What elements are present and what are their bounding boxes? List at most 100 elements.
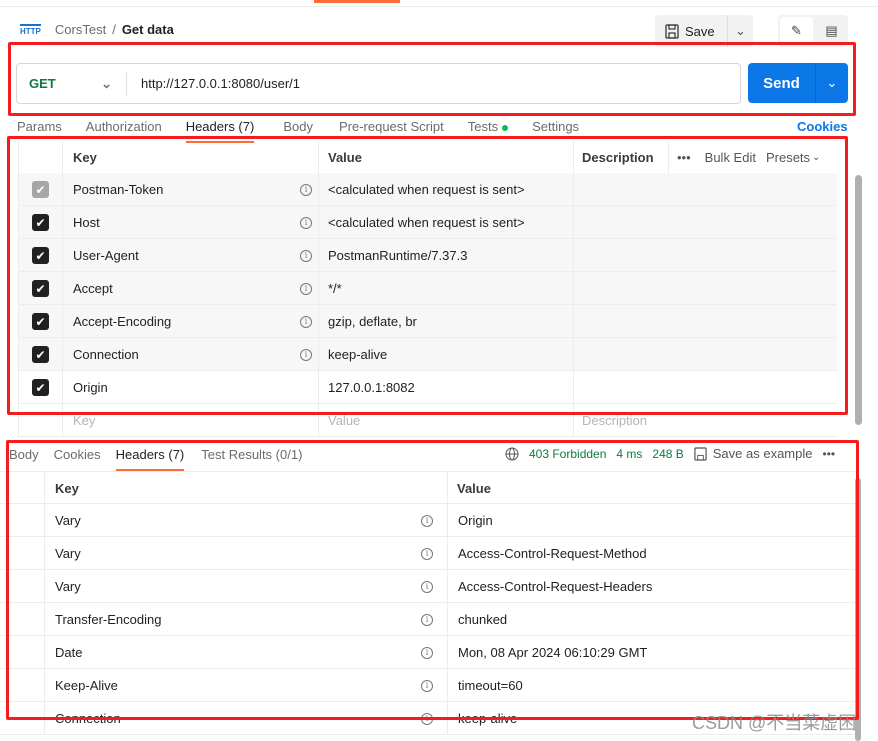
send-button[interactable]: Send (748, 63, 816, 103)
key-input[interactable]: Key (63, 404, 319, 437)
info-icon[interactable]: i (421, 646, 433, 659)
presets-dropdown[interactable]: Presets (766, 150, 810, 165)
save-as-example-button[interactable]: Save as example (694, 446, 813, 461)
value-cell[interactable]: 127.0.0.1:8082 (319, 371, 574, 404)
tab-tests[interactable]: Tests (468, 116, 509, 138)
tab-authorization[interactable]: Authorization (86, 116, 162, 138)
documentation-icon[interactable]: ▤ (815, 15, 848, 47)
description-cell[interactable] (574, 239, 837, 272)
header-enabled-checkbox[interactable]: ✔ (32, 346, 49, 363)
method-select[interactable]: GET ⌄ (17, 71, 127, 96)
header-key: Host (73, 215, 100, 230)
response-time[interactable]: 4 ms (616, 447, 642, 461)
info-icon[interactable]: i (300, 249, 312, 262)
tab-body[interactable]: Body (283, 116, 313, 138)
description-input[interactable]: Description (574, 404, 837, 437)
header-enabled-checkbox[interactable]: ✔ (32, 247, 49, 264)
description-cell[interactable] (574, 272, 837, 305)
header-enabled-checkbox[interactable]: ✔ (32, 313, 49, 330)
key-cell[interactable]: Accept i (63, 272, 319, 305)
key-cell[interactable]: Host i (63, 206, 319, 239)
info-icon[interactable]: i (421, 712, 433, 725)
table-row: Transfer-Encoding i chunked (0, 603, 855, 636)
description-cell[interactable] (574, 305, 837, 338)
more-options-icon[interactable]: ••• (823, 447, 836, 461)
response-scrollbar[interactable] (855, 478, 861, 741)
header-key: Vary (55, 579, 81, 594)
info-icon[interactable]: i (421, 580, 433, 593)
table-row: Vary i Access-Control-Request-Headers (0, 570, 855, 603)
request-tabs: Params Authorization Headers (7) Body Pre-re… (17, 116, 579, 143)
table-row: Keep-Alive i timeout=60 (0, 669, 855, 702)
header-enabled-checkbox[interactable]: ✔ (32, 280, 49, 297)
value-input[interactable]: Value (319, 404, 574, 437)
description-cell[interactable] (574, 206, 837, 239)
breadcrumb-collection[interactable]: CorsTest (55, 22, 106, 37)
value-cell[interactable]: <calculated when request is sent> (319, 173, 574, 206)
tab-params[interactable]: Params (17, 116, 62, 138)
edit-pencil-icon[interactable]: ✎ (780, 17, 813, 45)
more-options-icon[interactable]: ••• (677, 150, 691, 165)
response-tab-headers[interactable]: Headers (7) (115, 444, 184, 471)
description-cell[interactable] (574, 338, 837, 371)
header-enabled-checkbox[interactable]: ✔ (32, 214, 49, 231)
active-tab-indicator (314, 0, 400, 3)
value-cell[interactable]: keep-alive (319, 338, 574, 371)
watermark: CSDN @不当菜虚困 (692, 713, 857, 733)
side-actions: ✎ ▤ (778, 15, 848, 47)
response-tab-body[interactable]: Body (9, 444, 39, 466)
response-tab-test[interactable]: Test Results (0/1) (201, 444, 302, 466)
value-cell[interactable]: gzip, deflate, br (319, 305, 574, 338)
description-cell[interactable] (574, 173, 837, 206)
description-cell[interactable] (574, 371, 837, 404)
table-row: ✔ Accept-Encoding i gzip, deflate, br (19, 305, 837, 338)
info-icon[interactable]: i (300, 348, 312, 361)
info-icon[interactable]: i (300, 315, 312, 328)
info-icon[interactable]: i (300, 216, 312, 229)
response-size[interactable]: 248 B (652, 447, 683, 461)
info-icon[interactable]: i (421, 514, 433, 527)
blank-cell (0, 537, 45, 570)
info-icon[interactable]: i (300, 183, 312, 196)
checkbox-cell: ✔ (19, 206, 63, 239)
key-cell[interactable]: Postman-Token i (63, 173, 319, 206)
info-icon[interactable]: i (300, 282, 312, 295)
tab-label: Headers (7) (185, 119, 255, 134)
tab-label: Body (283, 119, 313, 134)
request-scrollbar[interactable] (855, 175, 862, 425)
header-enabled-checkbox[interactable]: ✔ (32, 379, 49, 396)
save-button[interactable]: Save (655, 15, 728, 47)
response-status-bar: 403 Forbidden 4 ms 248 B Save as example… (505, 446, 835, 461)
tab-label: Params (17, 119, 62, 134)
request-headers-table: Key Value Description ••• Bulk Edit Presets ⌄ ✔… (18, 141, 837, 438)
tab-pre-request[interactable]: Pre-request Script (339, 116, 444, 138)
status-code[interactable]: 403 Forbidden (529, 447, 606, 461)
info-icon[interactable]: i (421, 679, 433, 692)
response-tab-cookies[interactable]: Cookies (54, 444, 101, 466)
tab-headers[interactable]: Headers (7) (185, 116, 255, 143)
globe-icon[interactable] (505, 447, 519, 461)
value-cell: Access-Control-Request-Headers (458, 579, 653, 594)
url-input[interactable]: http://127.0.0.1:8080/user/1 (127, 76, 300, 91)
info-icon[interactable]: i (421, 613, 433, 626)
value-cell[interactable]: */* (319, 272, 574, 305)
value-cell[interactable]: <calculated when request is sent> (319, 206, 574, 239)
checkbox-cell: ✔ (19, 173, 63, 206)
key-cell[interactable]: Connection i (63, 338, 319, 371)
header-key: Transfer-Encoding (55, 612, 162, 627)
value-cell[interactable]: PostmanRuntime/7.37.3 (319, 239, 574, 272)
info-icon[interactable]: i (421, 547, 433, 560)
tab-settings[interactable]: Settings (532, 116, 579, 138)
request-name[interactable]: Get data (122, 22, 174, 37)
cookies-link[interactable]: Cookies (797, 119, 848, 134)
key-cell[interactable]: Origin (63, 371, 319, 404)
key-cell[interactable]: User-Agent i (63, 239, 319, 272)
header-enabled-checkbox[interactable]: ✔ (32, 181, 49, 198)
table-row: Vary i Access-Control-Request-Method (0, 537, 855, 570)
send-options-chevron-icon[interactable]: ⌄ (816, 63, 848, 103)
value-cell: Mon, 08 Apr 2024 06:10:29 GMT (458, 645, 648, 660)
save-dropdown-chevron-icon[interactable]: ⌄ (728, 23, 753, 39)
header-key: Keep-Alive (55, 678, 118, 693)
bulk-edit-button[interactable]: Bulk Edit (705, 150, 756, 165)
key-cell[interactable]: Accept-Encoding i (63, 305, 319, 338)
